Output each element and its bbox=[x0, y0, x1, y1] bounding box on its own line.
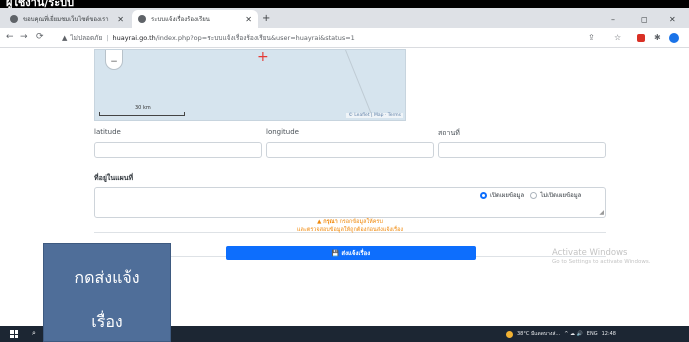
disclose-radio[interactable] bbox=[480, 191, 487, 199]
language-indicator[interactable]: ENG bbox=[587, 331, 598, 337]
browser-tab-2[interactable]: ระบบแจ้งเรื่องร้องเรียน ✕ bbox=[132, 10, 258, 28]
url-separator: | bbox=[106, 34, 109, 42]
share-icon[interactable]: ⇪ bbox=[588, 33, 595, 42]
globe-icon bbox=[138, 15, 146, 23]
globe-icon bbox=[10, 15, 18, 23]
notice-prefix: ▲ กรุณา bbox=[317, 219, 338, 225]
back-icon[interactable]: ← bbox=[6, 32, 14, 42]
maximize-icon[interactable]: ◻ bbox=[641, 15, 648, 24]
forward-icon[interactable]: → bbox=[20, 32, 28, 42]
activate-windows-watermark: Activate Windows Go to Settings to activ… bbox=[552, 248, 651, 265]
new-tab-button[interactable]: + bbox=[262, 13, 270, 24]
url-field[interactable]: ▲ ไม่ปลอดภัย | huayrai.go.th /index.php?… bbox=[62, 31, 502, 45]
map-attribution[interactable]: © Leaflet | Map · Terms bbox=[346, 113, 403, 118]
close-tab-icon[interactable]: ✕ bbox=[245, 15, 252, 24]
weather-text[interactable]: 38°C มีแดดบางส่... bbox=[517, 330, 560, 338]
close-tab-icon[interactable]: ✕ bbox=[117, 15, 124, 24]
clock[interactable]: 12:48 bbox=[602, 331, 616, 337]
disclose-label[interactable]: เปิดเผยข้อมูล bbox=[490, 190, 524, 200]
search-icon[interactable]: ⌕ bbox=[32, 329, 36, 338]
top-strip bbox=[0, 0, 689, 8]
browser-tab-bar: ขอบคุณที่เยี่ยมชมเว็บไซต์ของเรา ✕ ระบบแจ… bbox=[0, 8, 689, 28]
tab-title: ระบบแจ้งเรื่องร้องเรียน bbox=[151, 16, 210, 23]
place-input[interactable] bbox=[438, 142, 606, 158]
tab-title: ขอบคุณที่เยี่ยมชมเว็บไซต์ของเรา bbox=[23, 16, 109, 23]
submit-report-button[interactable]: 💾 ส่งแจ้งเรื่อง bbox=[226, 246, 476, 260]
top-title: ผู้ใช้งาน/ระบบ bbox=[6, 0, 75, 8]
address-bar: ← → ⟳ ▲ ไม่ปลอดภัย | huayrai.go.th /inde… bbox=[0, 28, 689, 48]
notice-line-2: และตรวจสอบข้อมูลให้ถูกต้องก่อนส่งแจ้งเรื… bbox=[296, 227, 404, 233]
resize-handle-icon[interactable]: ◢ bbox=[599, 210, 604, 216]
activate-title: Activate Windows bbox=[552, 248, 628, 258]
puzzle-extensions-icon[interactable]: ✱ bbox=[654, 33, 661, 42]
zoom-out-button[interactable]: − bbox=[105, 50, 123, 70]
url-path: /index.php?op=ระบบแจ้งเรื่องร้องเรียน&us… bbox=[155, 34, 355, 42]
reload-icon[interactable]: ⟳ bbox=[36, 32, 44, 42]
activate-subtitle: Go to Settings to activate Windows. bbox=[552, 259, 651, 265]
callout-line-1: กดส่งแจ้ง bbox=[74, 268, 140, 287]
longitude-label: longitude bbox=[266, 128, 299, 136]
longitude-input[interactable] bbox=[266, 142, 434, 158]
url-host: huayrai.go.th bbox=[112, 34, 156, 42]
map-road bbox=[345, 50, 373, 117]
map-scale-label: 30 km bbox=[135, 105, 151, 111]
sun-icon bbox=[506, 330, 513, 338]
latitude-input[interactable] bbox=[94, 142, 262, 158]
minimize-icon[interactable]: – bbox=[611, 15, 615, 24]
callout-line-2: เรื่อง bbox=[91, 312, 123, 331]
tray-icons[interactable]: ^ ☁ 🔊 bbox=[564, 331, 583, 337]
location-map[interactable]: − + 30 km © Leaflet | Map · Terms bbox=[94, 49, 406, 121]
hide-label[interactable]: ไม่เปิดเผยข้อมูล bbox=[540, 190, 581, 200]
disclosure-radio-group: เปิดเผยข้อมูล ไม่เปิดเผยข้อมูล bbox=[480, 190, 587, 200]
not-secure-label: ไม่ปลอดภัย bbox=[70, 34, 103, 42]
browser-tab-1[interactable]: ขอบคุณที่เยี่ยมชมเว็บไซต์ของเรา ✕ bbox=[4, 10, 130, 28]
location-marker-icon[interactable]: + bbox=[257, 50, 269, 64]
latitude-label: latitude bbox=[94, 128, 121, 136]
close-window-icon[interactable]: ✕ bbox=[669, 15, 676, 24]
map-address-label: ที่อยู่ในแผนที่ bbox=[94, 174, 134, 182]
map-scale-bar bbox=[99, 112, 185, 116]
extension-icon[interactable] bbox=[637, 34, 645, 42]
validation-notice: ▲ กรุณา กรอกข้อมูลให้ครบ และตรวจสอบข้อมู… bbox=[240, 218, 460, 234]
bookmark-star-icon[interactable]: ☆ bbox=[614, 33, 621, 42]
warning-triangle-icon: ▲ bbox=[62, 34, 68, 42]
profile-avatar[interactable] bbox=[669, 33, 679, 43]
place-label: สถานที่ bbox=[438, 129, 460, 137]
hide-radio[interactable] bbox=[530, 191, 538, 199]
windows-start-icon[interactable] bbox=[10, 330, 18, 338]
screen: ผู้ใช้งาน/ระบบ ขอบคุณที่เยี่ยมชมเว็บไซต์… bbox=[0, 0, 689, 342]
system-tray: 38°C มีแดดบางส่... ^ ☁ 🔊 ENG 12:48 bbox=[506, 330, 616, 338]
notice-line-1: กรอกข้อมูลให้ครบ bbox=[339, 219, 383, 225]
